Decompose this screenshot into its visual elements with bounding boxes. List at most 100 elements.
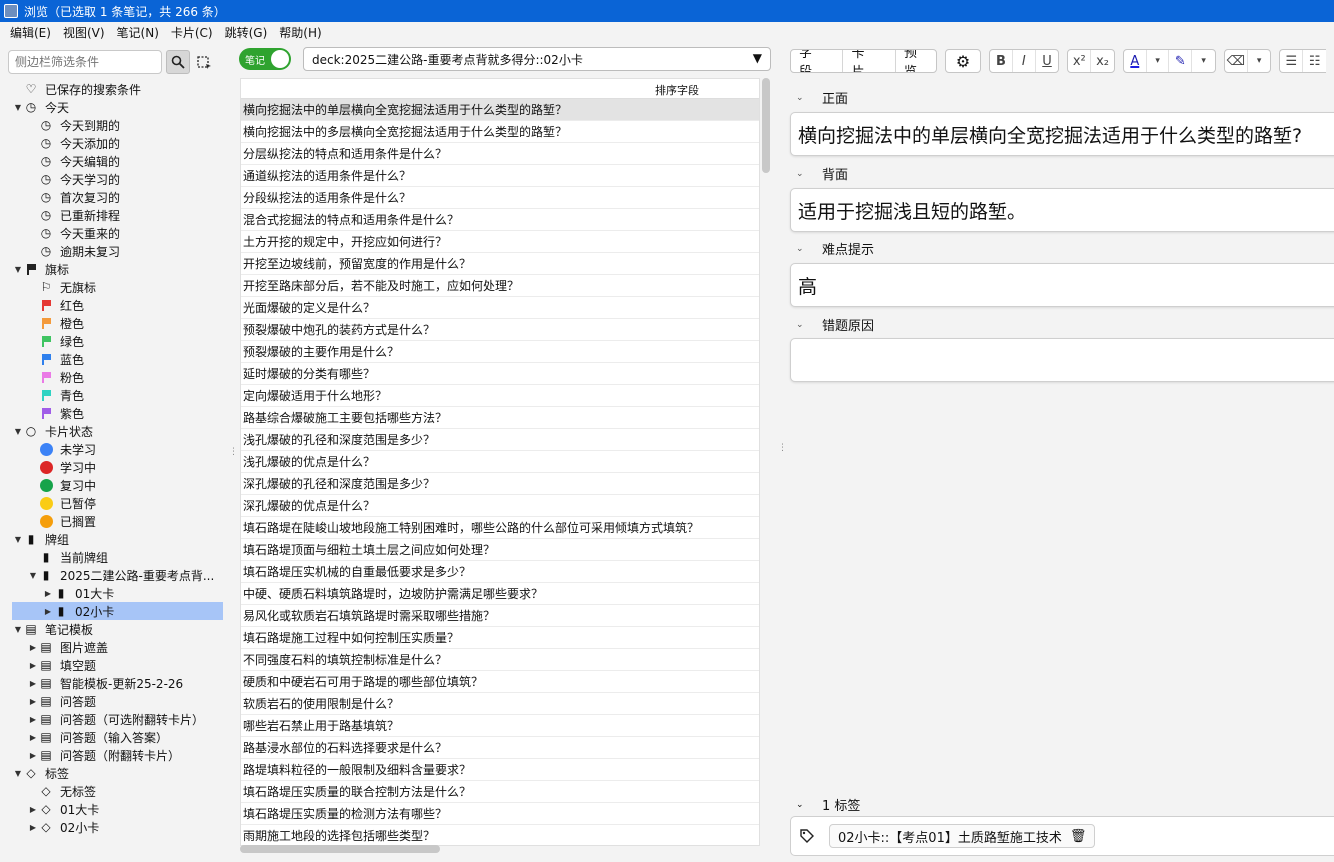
collapse-arrow-icon[interactable]: ▶: [42, 587, 54, 599]
sidebar-item[interactable]: ◇ 无标签: [0, 782, 228, 800]
sidebar-splitter[interactable]: ⋮: [229, 448, 238, 464]
sidebar-item[interactable]: 学习中: [0, 458, 228, 476]
highlight-icon[interactable]: ✎: [1169, 50, 1193, 72]
field-front-input[interactable]: 横向挖掘法中的单层横向全宽挖掘法适用于什么类型的路堑?: [790, 112, 1334, 156]
sidebar-item[interactable]: 橙色: [0, 314, 228, 332]
field-label-back[interactable]: ⌄ 背面: [796, 164, 848, 183]
sidebar-item[interactable]: ▼ 旗标: [0, 260, 228, 278]
tag-editor[interactable]: 02小卡::【考点01】土质路堑施工技术 🗑: [790, 816, 1334, 856]
sidebar-item[interactable]: ▼ ▤ 笔记模板: [0, 620, 228, 638]
sidebar-item[interactable]: ▶ ▤ 智能模板-更新25-2-26: [0, 674, 228, 692]
sidebar-item[interactable]: ◷ 首次复习的: [0, 188, 228, 206]
collapse-arrow-icon[interactable]: ▶: [27, 659, 39, 671]
table-row[interactable]: 哪些岩石禁止用于路基填筑？: [241, 715, 759, 737]
expand-arrow-icon[interactable]: ▼: [12, 101, 24, 113]
sidebar-item[interactable]: 紫色: [0, 404, 228, 422]
field-back-input[interactable]: 适用于挖掘浅且短的路堑。: [790, 188, 1334, 232]
sidebar-item[interactable]: ▶ ▤ 问答题: [0, 692, 228, 710]
sidebar-item[interactable]: ▮ 当前牌组: [0, 548, 228, 566]
sidebar-item[interactable]: 已暂停: [0, 494, 228, 512]
sidebar-item[interactable]: ▶ ▤ 填空题: [0, 656, 228, 674]
search-button[interactable]: [166, 50, 190, 74]
sidebar-item[interactable]: ▼ ▮ 牌组: [0, 530, 228, 548]
column-header-sort-field[interactable]: 排序字段: [655, 82, 699, 98]
table-row[interactable]: 深孔爆破的孔径和深度范围是多少？: [241, 473, 759, 495]
table-row[interactable]: 分段纵挖法的适用条件是什么？: [241, 187, 759, 209]
table-row[interactable]: 延时爆破的分类有哪些？: [241, 363, 759, 385]
sidebar-item[interactable]: ◷ 今天添加的: [0, 134, 228, 152]
collapse-arrow-icon[interactable]: ▶: [27, 677, 39, 689]
browser-search-input[interactable]: deck:2025二建公路-重要考点背就多得分::02小卡 ▼: [303, 47, 771, 71]
ordered-list-icon[interactable]: ☷: [1303, 50, 1326, 72]
chevron-down-icon[interactable]: ▼: [753, 51, 762, 65]
menu-item[interactable]: 卡片(C): [165, 24, 219, 41]
table-row[interactable]: 雨期施工地段的选择包括哪些类型？: [241, 825, 759, 845]
sidebar-item[interactable]: ▶ ◇ 01大卡: [0, 800, 228, 818]
sidebar-item[interactable]: ▶ ▤ 问答题（可选附翻转卡片）: [0, 710, 228, 728]
expand-arrow-icon[interactable]: ▼: [12, 623, 24, 635]
sidebar-item[interactable]: ▶ ▤ 问答题（输入答案）: [0, 728, 228, 746]
sidebar-search-input[interactable]: [8, 50, 162, 74]
menu-item[interactable]: 帮助(H): [273, 24, 327, 41]
sidebar-item[interactable]: 绿色: [0, 332, 228, 350]
table-row[interactable]: 填石路堤施工过程中如何控制压实质量？: [241, 627, 759, 649]
table-row[interactable]: 横向挖掘法中的单层横向全宽挖掘法适用于什么类型的路堑？: [241, 99, 759, 121]
italic-button[interactable]: I: [1013, 50, 1036, 72]
chevron-down-icon[interactable]: ▾: [1147, 50, 1170, 72]
collapse-arrow-icon[interactable]: ▶: [27, 713, 39, 725]
superscript-button[interactable]: x²: [1068, 50, 1092, 72]
field-label-hint[interactable]: ⌄ 难点提示: [796, 239, 874, 258]
collapse-arrow-icon[interactable]: ▶: [27, 641, 39, 653]
sidebar-item[interactable]: ▶ ▮ 02小卡: [12, 602, 223, 620]
subscript-button[interactable]: x₂: [1091, 50, 1114, 72]
sidebar-item[interactable]: ▶ ▤ 问答题（附翻转卡片）: [0, 746, 228, 764]
field-label-mistake[interactable]: ⌄ 错题原因: [796, 315, 874, 334]
sidebar-item[interactable]: ◷ 今天编辑的: [0, 152, 228, 170]
fields-button[interactable]: 字段...: [791, 50, 844, 72]
table-row[interactable]: 深孔爆破的优点是什么？: [241, 495, 759, 517]
tags-label[interactable]: ⌄ 1 标签: [796, 795, 860, 814]
settings-button[interactable]: ⚙: [944, 49, 982, 73]
table-row[interactable]: 光面爆破的定义是什么？: [241, 297, 759, 319]
sidebar-item[interactable]: ▼ ◇ 标签: [0, 764, 228, 782]
sidebar-item[interactable]: ▶ ▮ 01大卡: [0, 584, 228, 602]
sidebar-item[interactable]: 红色: [0, 296, 228, 314]
field-hint-input[interactable]: 高: [790, 263, 1334, 307]
table-row[interactable]: 路堤填料粒径的一般限制及细料含量要求？: [241, 759, 759, 781]
collapse-arrow-icon[interactable]: ▶: [27, 821, 39, 833]
horizontal-scrollbar[interactable]: [240, 845, 440, 853]
table-row[interactable]: 开挖至路床部分后，若不能及时施工，应如何处理？: [241, 275, 759, 297]
chevron-down-icon[interactable]: ▾: [1248, 50, 1271, 72]
tag-chip[interactable]: 02小卡::【考点01】土质路堑施工技术 🗑: [829, 824, 1096, 848]
table-row[interactable]: 通道纵挖法的适用条件是什么？: [241, 165, 759, 187]
table-row[interactable]: 土方开挖的规定中，开挖应如何进行？: [241, 231, 759, 253]
bold-button[interactable]: B: [990, 50, 1013, 72]
collapse-arrow-icon[interactable]: ▶: [42, 605, 54, 617]
table-row[interactable]: 浅孔爆破的优点是什么？: [241, 451, 759, 473]
table-row[interactable]: 硬质和中硬岩石可用于路堤的哪些部位填筑？: [241, 671, 759, 693]
text-color-button[interactable]: A: [1124, 50, 1147, 72]
sidebar-item[interactable]: ◷ 已重新排程: [0, 206, 228, 224]
editor-splitter[interactable]: ⋮: [778, 444, 787, 460]
menu-item[interactable]: 跳转(G): [219, 24, 274, 41]
field-mistake-input[interactable]: [790, 338, 1334, 382]
sidebar-item[interactable]: ⚐ 无旗标: [0, 278, 228, 296]
table-row[interactable]: 路基浸水部位的石料选择要求是什么？: [241, 737, 759, 759]
table-row[interactable]: 填石路堤压实质量的联合控制方法是什么？: [241, 781, 759, 803]
sidebar-item[interactable]: 蓝色: [0, 350, 228, 368]
vertical-scrollbar[interactable]: [762, 78, 770, 846]
expand-arrow-icon[interactable]: ▼: [12, 767, 24, 779]
table-row[interactable]: 填石路堤压实质量的检测方法有哪些？: [241, 803, 759, 825]
table-row[interactable]: 填石路堤顶面与细粒土填土层之间应如何处理？: [241, 539, 759, 561]
collapse-arrow-icon[interactable]: ▶: [27, 731, 39, 743]
expand-arrow-icon[interactable]: ▼: [12, 533, 24, 545]
table-row[interactable]: 填石路堤压实机械的自重最低要求是多少？: [241, 561, 759, 583]
table-row[interactable]: 不同强度石料的填筑控制标准是什么？: [241, 649, 759, 671]
delete-tag-icon[interactable]: 🗑: [1070, 829, 1087, 844]
table-row[interactable]: 浅孔爆破的孔径和深度范围是多少？: [241, 429, 759, 451]
sidebar-item[interactable]: ▶ ▤ 图片遮盖: [0, 638, 228, 656]
expand-arrow-icon[interactable]: ▼: [12, 425, 24, 437]
sidebar-item[interactable]: 复习中: [0, 476, 228, 494]
sidebar-item[interactable]: ◷ 逾期未复习: [0, 242, 228, 260]
underline-button[interactable]: U: [1036, 50, 1059, 72]
